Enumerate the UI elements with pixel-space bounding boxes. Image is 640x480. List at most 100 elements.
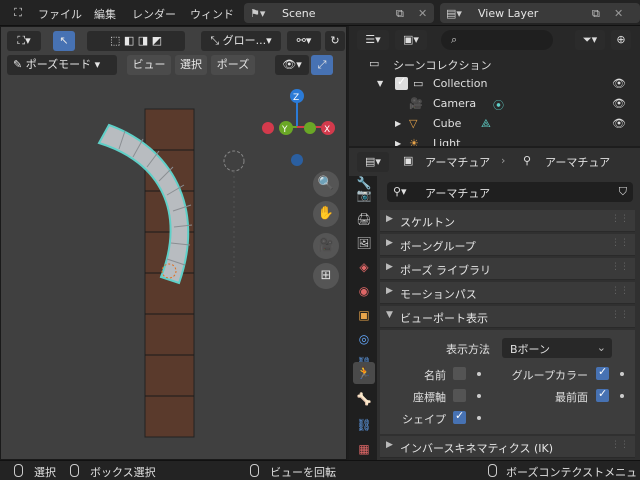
collection-icon: ▭: [369, 57, 380, 70]
panel-label: ポーズ ライブラリ: [400, 264, 491, 277]
drag-grip-icon[interactable]: ⋮⋮: [611, 262, 629, 272]
editor-type-icon[interactable]: ⛶: [6, 3, 30, 23]
tab-texture[interactable]: ▦: [353, 438, 375, 460]
breadcrumb-separator: ›: [501, 154, 506, 167]
scene-collection-row[interactable]: ▭ シーンコレクション: [349, 54, 640, 74]
outliner-search-input[interactable]: ⌕: [441, 30, 553, 50]
collapse-arrow-icon: ▶: [386, 238, 393, 248]
panel-label: ボーングループ: [400, 240, 476, 253]
drag-grip-icon[interactable]: ⋮⋮: [611, 214, 629, 224]
gizmo-neg-z-axis: [291, 154, 303, 166]
outliner-row-collection[interactable]: ▼ ▭ Collection 👁: [349, 74, 640, 94]
drag-grip-icon[interactable]: ⋮⋮: [611, 440, 629, 450]
expand-arrow-icon[interactable]: ▶: [395, 119, 401, 128]
panel-label: スケルトン: [400, 216, 455, 229]
eye-icon[interactable]: 👁: [612, 97, 626, 110]
tab-armature-data[interactable]: 🏃: [353, 362, 375, 384]
tab-output[interactable]: 🖨: [353, 208, 375, 230]
properties-type-icon[interactable]: ▤▾: [357, 152, 389, 172]
grid-ortho-icon[interactable]: ⊞: [313, 263, 339, 289]
tab-physics[interactable]: ◎: [353, 328, 375, 350]
eye-icon[interactable]: 👁: [612, 117, 626, 130]
names-checkbox[interactable]: [453, 367, 466, 380]
outliner-row-cube[interactable]: ▶ ▽ Cube ⟁ 👁: [349, 114, 640, 134]
scene-collection-label: シーンコレクション: [393, 59, 492, 72]
panel-viewport-display[interactable]: ▼ ビューポート表示 ⋮⋮: [380, 306, 635, 328]
collection-checkbox[interactable]: [395, 75, 408, 90]
panel-inverse-kinematics[interactable]: ▶ インバースキネマティクス (IK) ⋮⋮: [380, 436, 635, 458]
drag-grip-icon[interactable]: ⋮⋮: [611, 286, 629, 296]
expand-arrow-icon[interactable]: ▶: [395, 139, 401, 146]
tab-object[interactable]: ▣: [353, 304, 375, 326]
new-collection-icon[interactable]: ⊕: [611, 30, 631, 50]
3d-viewport[interactable]: ⛶▾ ↖ ⬚ ◧ ◨ ◩ ⤡ グロー...▾ ⚯▾ ↻ ✎ ポーズモード ▾ ビ…: [0, 26, 347, 460]
group-colors-label: グループカラー: [511, 369, 588, 382]
layers-icon: ▤▾: [446, 7, 462, 20]
shield-icon[interactable]: ⛉: [619, 185, 627, 199]
collapse-arrow-icon: ▶: [386, 262, 393, 272]
expand-arrow-icon[interactable]: ▼: [377, 79, 383, 88]
menu-window[interactable]: ウィンド: [190, 6, 234, 22]
filter-icon[interactable]: ⏷▾: [575, 30, 605, 50]
outliner: ☰▾ ▣▾ ⌕ ⏷▾ ⊕ ▭ シーンコレクション ▼ ▭ Collection …: [349, 26, 640, 146]
mesh-data-icon: ⟁: [481, 117, 491, 130]
menu-edit[interactable]: 編集: [94, 6, 116, 22]
gizmo-x-label: X: [324, 125, 330, 135]
light-icon: ☀: [409, 137, 419, 146]
armature-name-field[interactable]: ⚲▾ アーマチュア ⛉: [387, 182, 633, 202]
display-mode-icon[interactable]: ▣▾: [395, 30, 427, 50]
animate-dot-icon[interactable]: [477, 394, 481, 398]
close-icon[interactable]: ✕: [614, 7, 623, 20]
scene-canvas[interactable]: Z Y X: [1, 27, 348, 461]
animate-dot-icon[interactable]: [620, 372, 624, 376]
tab-render[interactable]: 📷: [353, 184, 375, 206]
animate-dot-icon[interactable]: [477, 416, 481, 420]
group-colors-checkbox[interactable]: [596, 365, 609, 380]
collapse-arrow-icon: ▶: [386, 440, 393, 450]
scene-selector[interactable]: ⚑▾ Scene ⧉ ✕: [244, 3, 434, 23]
animate-dot-icon[interactable]: [620, 394, 624, 398]
outliner-row-light[interactable]: ▶ ☀ Light: [349, 134, 640, 146]
mouse-middle-icon: [70, 464, 79, 477]
copy-icon[interactable]: ⧉: [592, 7, 600, 21]
panel-label: インバースキネマティクス (IK): [400, 442, 553, 455]
menu-render[interactable]: レンダー: [132, 6, 176, 22]
eye-icon[interactable]: 👁: [612, 77, 626, 90]
animate-dot-icon[interactable]: [477, 372, 481, 376]
panel-skeleton[interactable]: ▶ スケルトン ⋮⋮: [380, 210, 635, 232]
names-label: 名前: [424, 369, 446, 382]
outliner-row-camera[interactable]: 🎥 Camera ⦿ 👁: [349, 94, 640, 114]
scene-icon: ⚑▾: [250, 7, 266, 20]
tab-scene[interactable]: ◈: [353, 256, 375, 278]
display-method-dropdown[interactable]: Bボーン ⌄: [502, 338, 612, 358]
status-box-select: ボックス選択: [90, 466, 156, 479]
gizmo-neg-x-axis: [262, 122, 274, 134]
copy-icon[interactable]: ⧉: [396, 7, 404, 21]
panel-motion-paths[interactable]: ▶ モーションパス ⋮⋮: [380, 282, 635, 304]
zoom-icon[interactable]: 🔍: [313, 171, 339, 197]
panel-label: ビューポート表示: [400, 312, 488, 325]
pan-hand-icon[interactable]: ✋: [313, 201, 339, 227]
view-layer-selector[interactable]: ▤▾ View Layer ⧉ ✕: [440, 3, 640, 23]
armature-data-icon: ⚲▾: [393, 185, 407, 198]
outliner-type-icon[interactable]: ☰▾: [357, 30, 389, 50]
status-bar: 選択 ボックス選択 ビューを回転 ボーズコンテクストメニュ: [0, 460, 640, 480]
camera-view-icon[interactable]: 🎥: [313, 233, 339, 259]
tab-bone-constraints[interactable]: ⛓: [353, 414, 375, 436]
in-front-checkbox[interactable]: [596, 387, 609, 402]
menu-file[interactable]: ファイル: [38, 6, 82, 22]
panel-pose-library[interactable]: ▶ ポーズ ライブラリ ⋮⋮: [380, 258, 635, 280]
tab-world[interactable]: ◉: [353, 280, 375, 302]
breadcrumb-object: アーマチュア: [425, 156, 491, 169]
drag-grip-icon[interactable]: ⋮⋮: [611, 238, 629, 248]
drag-grip-icon[interactable]: ⋮⋮: [611, 310, 629, 320]
panel-bone-groups[interactable]: ▶ ボーングループ ⋮⋮: [380, 234, 635, 256]
3d-cursor: [223, 150, 245, 172]
tab-bone[interactable]: 🦴: [353, 388, 375, 410]
shapes-checkbox[interactable]: [453, 409, 466, 424]
close-icon[interactable]: ✕: [418, 7, 427, 20]
scene-name: Scene: [282, 7, 316, 20]
outliner-item-label: Camera: [433, 97, 477, 110]
axes-checkbox[interactable]: [453, 389, 466, 402]
tab-view-layer[interactable]: 🖼: [353, 232, 375, 254]
